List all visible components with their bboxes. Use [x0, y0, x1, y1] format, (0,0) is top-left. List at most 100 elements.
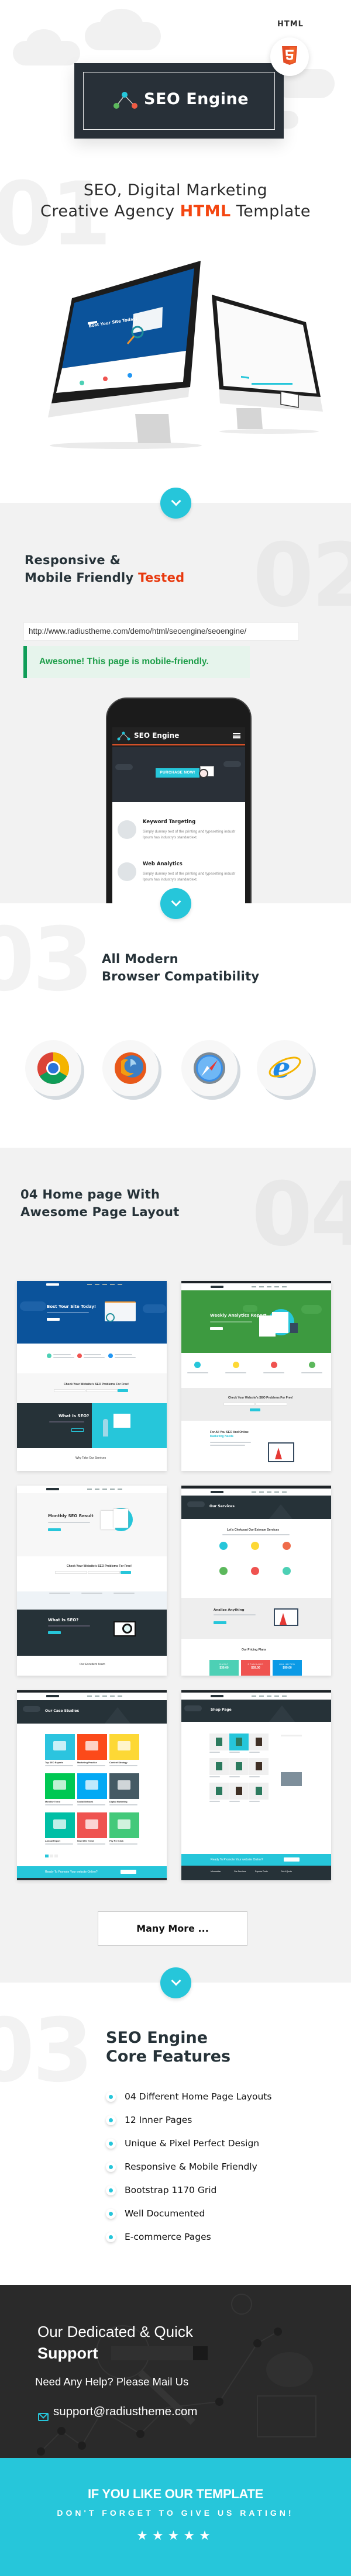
layouts-heading-line1: 04 Home page With [20, 1187, 160, 1201]
plan-unlimited: UNLIMITED $99.00 [273, 1660, 302, 1676]
product-thumbnail [209, 1734, 229, 1750]
responsive-section: 02 Responsive & Mobile Friendly Tested h… [0, 503, 351, 903]
card-dark-title: What Is SEO? [48, 1618, 79, 1622]
card-cta-text: Ready To Promote Your website Online? [45, 1870, 98, 1874]
rating-stars[interactable]: ★★★★★ [0, 2528, 351, 2543]
feature-text: Simply dummy text of the printing and ty… [143, 830, 236, 840]
layout-preview-case-studies[interactable]: Our Case Studies Top SEO Experts Marketin… [17, 1690, 167, 1880]
card-section-title: Let's Chekcout Our Extream Services [227, 1528, 280, 1532]
bullet-icon [106, 2185, 116, 2195]
envelope-icon [38, 2413, 49, 2421]
internet-explorer-icon: e [269, 1052, 301, 1085]
star-icon[interactable]: ★ [199, 2528, 215, 2543]
footer-heading: Our Services [234, 1870, 246, 1873]
support-heading-line1: Our Dedicated & Quick [37, 2323, 193, 2340]
case-study-tile [45, 1773, 75, 1799]
scroll-down-button[interactable] [160, 488, 191, 519]
case-study-caption: Content Strategy [109, 1762, 128, 1764]
layout-preview-home-2[interactable]: Weekly Analytics Report Check Your Websi… [181, 1281, 331, 1471]
card-split-title: What Is SEO? [58, 1414, 90, 1418]
card-check-text: Check Your Website's SEO Problems For Fr… [64, 1383, 129, 1386]
star-icon[interactable]: ★ [152, 2528, 168, 2543]
case-study-caption: Pay Per Click [109, 1840, 124, 1842]
card-banner-title: Our Case Studies [45, 1709, 80, 1713]
heading-highlight: Tested [138, 571, 185, 585]
layout-preview-home-3[interactable]: Monthly SEO Result Check Your Website's … [17, 1486, 167, 1676]
phone-logo-text: SEO Engine [134, 731, 180, 740]
star-icon[interactable]: ★ [136, 2528, 152, 2543]
feature-label: Responsive & Mobile Friendly [125, 2161, 257, 2172]
support-heading: Our Dedicated & Quick Support [37, 2321, 193, 2364]
product-thumbnail [209, 1783, 229, 1800]
plan-price: $59.00 [251, 1666, 260, 1670]
core-features-section: 03 SEO Engine Core Features 04 Different… [0, 1983, 351, 2285]
scroll-down-button[interactable] [160, 888, 191, 919]
case-study-tile [77, 1773, 107, 1799]
feature-label: Bootstrap 1170 Grid [125, 2185, 217, 2195]
responsive-heading-line2: Mobile Friendly Tested [25, 569, 185, 586]
support-help-text: Need Any Help? Please Mail Us [35, 2375, 189, 2388]
target-icon [118, 820, 136, 839]
layout-preview-shop[interactable]: Shop Page Ready To Promote Your website … [181, 1690, 331, 1880]
card-headline: Bost Your Site Today! [47, 1304, 97, 1309]
rating-subtitle: DON'T FORGET TO GIVE US RATIGN! [57, 2508, 294, 2518]
layouts-section: 04 04 Home page With Awesome Page Layout… [0, 1148, 351, 1983]
product-thumbnail [209, 1758, 229, 1775]
card-bottom-title: For All You SEO And Online [210, 1431, 249, 1434]
hamburger-menu-icon[interactable] [233, 733, 240, 738]
layout-preview-services[interactable]: Our Services Let's Chekcout Our Extream … [181, 1486, 331, 1676]
feature-label: 04 Different Home Page Layouts [125, 2091, 272, 2102]
bullet-icon [106, 2232, 116, 2242]
section-number: 03 [0, 909, 94, 1011]
layouts-heading-line2: Awesome Page Layout [20, 1205, 180, 1219]
footer-heading: Popular Posts [255, 1870, 268, 1873]
star-icon[interactable]: ★ [183, 2528, 199, 2543]
card-bottom-title: Our Excellent Team [80, 1663, 105, 1666]
layout-preview-home-1[interactable]: Bost Your Site Today! Check Your Website… [17, 1281, 167, 1471]
footer-heading: Get A Quote [281, 1870, 292, 1873]
case-study-tile [45, 1734, 75, 1760]
card-headline: Weekly Analytics Report [210, 1313, 267, 1318]
url-field[interactable]: http://www.radiustheme.com/demo/html/seo… [23, 622, 299, 641]
case-study-tile [45, 1812, 75, 1838]
chrome-browser [25, 1040, 81, 1096]
card-banner-title: Shop Page [211, 1708, 232, 1712]
rating-title: IF YOU LIKE OUR TEMPLATE [88, 2487, 263, 2501]
bullet-icon [106, 2209, 116, 2219]
bullet-icon [106, 2139, 116, 2149]
purchase-now-button[interactable]: PURCHASE NOW! [156, 768, 199, 778]
many-more-button[interactable]: Many More ... [98, 1911, 247, 1946]
case-study-caption: Digital Marketing [109, 1801, 128, 1803]
responsive-heading: Responsive & Mobile Friendly Tested [25, 551, 185, 586]
product-thumbnail [229, 1734, 249, 1750]
core-features-heading: SEO Engine Core Features [106, 2029, 230, 2066]
card-pricing-title: Our Pricing Plans [242, 1648, 266, 1652]
star-icon[interactable]: ★ [168, 2528, 184, 2543]
hero-section: HTML SEO Engine 01 SEO, Digital Marketin… [0, 0, 351, 503]
support-section: Our Dedicated & Quick Support Need Any H… [0, 2285, 351, 2458]
card-check-text: Check Your Website's SEO Problems For Fr… [67, 1565, 132, 1568]
bullet-icon [106, 2092, 116, 2102]
bullet-icon [106, 2115, 116, 2125]
core-features-heading-line2: Core Features [106, 2047, 231, 2066]
card-bottom-title: Why Take Our Services [75, 1456, 106, 1460]
card-bottom-subtitle: Marketing Needs [210, 1435, 234, 1438]
case-study-tile [77, 1734, 107, 1760]
feature-title: Web Analytics [143, 861, 183, 867]
scroll-down-button[interactable] [160, 1967, 191, 1998]
feature-title: Keyword Targeting [143, 819, 196, 825]
firefox-browser [102, 1040, 159, 1096]
rating-section: IF YOU LIKE OUR TEMPLATE DON'T FORGET TO… [0, 2458, 351, 2576]
alert-text: Awesome! This page is mobile-friendly. [39, 657, 209, 667]
product-thumbnail [249, 1734, 269, 1750]
product-thumbnail [229, 1758, 249, 1775]
plan-price: $99.00 [283, 1666, 292, 1670]
support-email-link[interactable]: support@radiustheme.com [53, 2405, 197, 2419]
mobile-friendly-alert: Awesome! This page is mobile-friendly. [23, 646, 250, 678]
case-study-caption: Annual Report [45, 1840, 61, 1842]
browser-heading-line2: Browser Compatibility [102, 969, 260, 983]
section-number: 03 [0, 2000, 94, 2102]
layouts-heading: 04 Home page With Awesome Page Layout [20, 1186, 180, 1221]
firefox-icon [115, 1052, 146, 1084]
bullet-icon [106, 2162, 116, 2172]
